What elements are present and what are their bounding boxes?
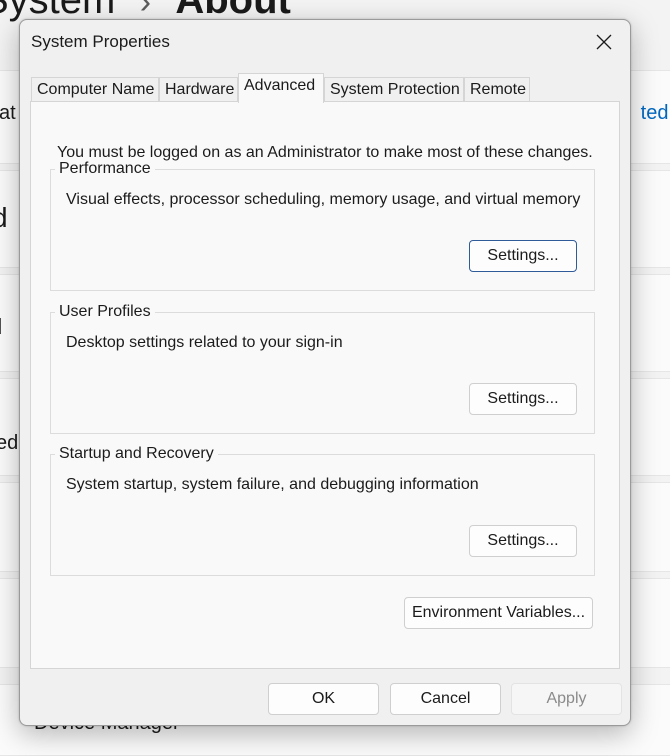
startup-recovery-settings-button[interactable]: Settings...: [469, 525, 577, 557]
dialog-titlebar[interactable]: System Properties: [20, 20, 630, 64]
dialog-title: System Properties: [31, 32, 170, 51]
tab-system-protection[interactable]: System Protection: [324, 77, 464, 101]
bg-text-fragment: ed: [0, 432, 19, 454]
user-profiles-settings-button[interactable]: Settings...: [469, 383, 577, 415]
apply-button[interactable]: Apply: [511, 683, 622, 715]
system-properties-dialog: System Properties Computer Name Hardware…: [19, 19, 631, 726]
tab-computer-name[interactable]: Computer Name: [31, 77, 159, 101]
bg-text-fragment: d: [0, 314, 2, 340]
bg-text-fragment: at: [0, 102, 16, 124]
tab-remote[interactable]: Remote: [464, 77, 530, 101]
tab-hardware[interactable]: Hardware: [159, 77, 238, 101]
performance-settings-button[interactable]: Settings...: [469, 240, 577, 272]
bg-text-fragment: d: [0, 202, 8, 234]
cancel-button[interactable]: Cancel: [390, 683, 501, 715]
close-button[interactable]: [584, 24, 624, 60]
performance-group-label: Performance: [55, 160, 155, 178]
environment-variables-button[interactable]: Environment Variables...: [404, 597, 593, 629]
performance-group: Performance Visual effects, processor sc…: [50, 160, 595, 291]
tab-advanced[interactable]: Advanced: [238, 73, 324, 103]
startup-recovery-description: System startup, system failure, and debu…: [66, 476, 479, 493]
performance-description: Visual effects, processor scheduling, me…: [66, 191, 581, 208]
startup-recovery-group-label: Startup and Recovery: [55, 445, 218, 463]
user-profiles-group: User Profiles Desktop settings related t…: [50, 303, 595, 434]
user-profiles-description: Desktop settings related to your sign-in: [66, 334, 343, 351]
user-profiles-group-label: User Profiles: [55, 303, 155, 321]
bg-link-fragment[interactable]: ted s: [641, 102, 670, 125]
close-icon: [596, 34, 612, 50]
ok-button[interactable]: OK: [268, 683, 379, 715]
startup-recovery-group: Startup and Recovery System startup, sys…: [50, 445, 595, 576]
advanced-tab-panel: You must be logged on as an Administrato…: [30, 101, 620, 669]
